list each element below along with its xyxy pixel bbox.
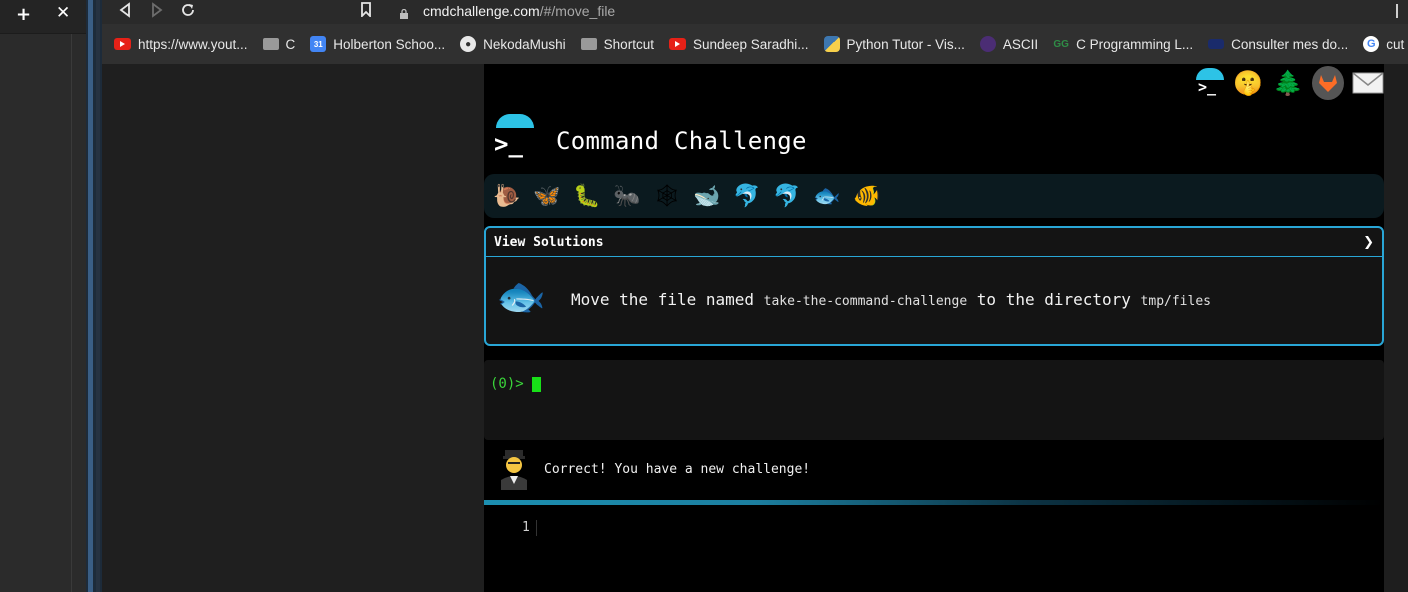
- result-text: Correct! You have a new challenge!: [544, 462, 811, 477]
- bookmark-label: C Programming L...: [1076, 36, 1194, 52]
- cmdchallenge-app: >_ 🤫 🌲 >_ Command Challenge 🐌 🦋 🐛 🐜 🕸 🐋 …: [484, 64, 1384, 592]
- header-links: >_ 🤫 🌲: [1192, 66, 1384, 100]
- address-bar[interactable]: cmdchallenge.com/#/move_file: [423, 3, 615, 19]
- terminal-prompt: (0)>: [490, 376, 524, 392]
- google-icon: G: [1363, 36, 1380, 52]
- chevron-right-icon: ❯: [1363, 234, 1374, 250]
- close-button[interactable]: ✕: [56, 3, 70, 23]
- task-text: Move the file named take-the-command-cha…: [571, 290, 1211, 309]
- challenge-description: 🐟 Move the file named take-the-command-c…: [486, 257, 1382, 345]
- bookmark-holberton[interactable]: 31 Holberton Schoo...: [310, 36, 445, 52]
- bookmark-label: Consulter mes do...: [1231, 36, 1349, 52]
- page-margin: [102, 64, 484, 592]
- python-icon: [823, 36, 840, 52]
- task-middle: to the directory: [967, 290, 1141, 309]
- snail-icon[interactable]: 🐌: [492, 181, 522, 211]
- tree-icon[interactable]: 🌲: [1272, 66, 1304, 100]
- youtube-icon: [668, 38, 686, 50]
- bookmark-consulter[interactable]: Consulter mes do...: [1208, 37, 1348, 52]
- github-icon: ●: [460, 36, 477, 52]
- shushing-face-icon[interactable]: 🤫: [1232, 66, 1264, 100]
- back-icon: [119, 2, 130, 18]
- bookmark-label: Holberton Schoo...: [333, 36, 446, 52]
- bookmark-c-folder[interactable]: C: [262, 36, 296, 52]
- terminal-icon[interactable]: >_: [1192, 66, 1224, 100]
- gfg-icon: GG: [1053, 38, 1069, 50]
- ascii-icon: [979, 36, 996, 52]
- navigation-bar: cmdchallenge.com/#/move_file: [102, 0, 1408, 24]
- sidebar-panel: [0, 34, 72, 592]
- bookmark-label: cut: [1386, 36, 1405, 52]
- dolphin-icon[interactable]: 🐬: [732, 181, 762, 211]
- tropical-fish-icon[interactable]: 🐠: [852, 181, 882, 211]
- challenge-panel: View Solutions ❯ 🐟 Move the file named t…: [484, 226, 1384, 346]
- bookmark-label: Python Tutor - Vis...: [846, 36, 965, 52]
- bookmark-label: NekodaMushi: [483, 36, 566, 52]
- bookmark-label: Sundeep Saradhi...: [692, 36, 809, 52]
- page-right-margin: [1384, 64, 1408, 592]
- bookmark-label: ASCII: [1002, 36, 1039, 52]
- result-message: Correct! You have a new challenge!: [484, 444, 1384, 500]
- command-editor[interactable]: 1: [484, 505, 1384, 592]
- reload-button[interactable]: [180, 2, 196, 22]
- dolphin-icon[interactable]: 🐬: [772, 181, 802, 211]
- bookmark-label: C: [285, 36, 296, 52]
- bookmark-github[interactable]: ● NekodaMushi: [460, 36, 566, 52]
- sidebar-toolbar: + ✕: [0, 0, 86, 34]
- folder-icon: [580, 38, 597, 50]
- whale-icon[interactable]: 🐋: [692, 181, 722, 211]
- left-sidebar: + ✕: [0, 0, 86, 592]
- bookmarks-bar: https://www.yout... C 31 Holberton Schoo.…: [102, 24, 1408, 64]
- url-host: cmdchallenge.com: [423, 3, 540, 19]
- bookmark-ascii[interactable]: ASCII: [979, 36, 1039, 52]
- calendar-icon: 31: [310, 36, 327, 52]
- forward-icon: [152, 2, 163, 18]
- back-button[interactable]: [118, 2, 132, 22]
- task-prefix: Move the file named: [571, 290, 764, 309]
- fish-icon: 🐟: [496, 274, 546, 320]
- reload-icon: [182, 4, 194, 16]
- avatar: [498, 448, 530, 490]
- bookmark-c-programming[interactable]: GG C Programming L...: [1053, 36, 1193, 52]
- gitlab-icon[interactable]: [1312, 66, 1344, 100]
- page-title: Command Challenge: [556, 127, 807, 155]
- envelope-icon[interactable]: [1352, 66, 1384, 100]
- logo-icon: >_: [492, 114, 536, 158]
- lock-icon: [400, 4, 408, 19]
- bookmark-sundeep[interactable]: Sundeep Saradhi...: [668, 36, 809, 52]
- bookmark-page-button[interactable]: [360, 2, 372, 21]
- bookmark-icon: [361, 2, 371, 19]
- panel-divider[interactable]: [86, 0, 102, 592]
- caterpillar-icon[interactable]: 🐛: [572, 181, 602, 211]
- bookmark-label: https://www.yout...: [138, 36, 248, 52]
- bookmark-shortcut-folder[interactable]: Shortcut: [580, 36, 654, 52]
- forward-button[interactable]: [150, 2, 164, 22]
- folder-icon: [262, 38, 279, 50]
- url-path: /#/move_file: [539, 3, 616, 19]
- terminal-input[interactable]: (0)>: [484, 360, 1384, 440]
- text-cursor: [532, 377, 541, 392]
- address-bar-end: [1396, 4, 1398, 18]
- view-solutions-toggle[interactable]: View Solutions ❯: [486, 228, 1382, 257]
- browser-chrome: cmdchallenge.com/#/move_file https://www…: [102, 0, 1408, 64]
- bookmark-label: Shortcut: [603, 36, 654, 52]
- bookmark-python-tutor[interactable]: Python Tutor - Vis...: [823, 36, 965, 52]
- youtube-icon: [114, 38, 131, 50]
- challenge-progress-bar: 🐌 🦋 🐛 🐜 🕸 🐋 🐬 🐬 🐟 🐠: [484, 174, 1384, 218]
- fish-icon[interactable]: 🐟: [812, 181, 842, 211]
- new-tab-button[interactable]: +: [16, 4, 31, 25]
- butterfly-icon[interactable]: 🦋: [532, 181, 562, 211]
- line-number: 1: [522, 520, 530, 535]
- editor-gutter: [536, 520, 537, 536]
- spider-web-icon[interactable]: 🕸: [652, 181, 682, 211]
- bookmark-cut[interactable]: Gcut: [1363, 36, 1404, 52]
- consulter-icon: [1208, 39, 1225, 49]
- ant-icon[interactable]: 🐜: [612, 181, 642, 211]
- task-filename: take-the-command-challenge: [763, 294, 968, 309]
- bookmark-youtube[interactable]: https://www.yout...: [114, 37, 248, 52]
- view-solutions-label: View Solutions: [494, 234, 604, 250]
- task-directory: tmp/files: [1140, 294, 1211, 309]
